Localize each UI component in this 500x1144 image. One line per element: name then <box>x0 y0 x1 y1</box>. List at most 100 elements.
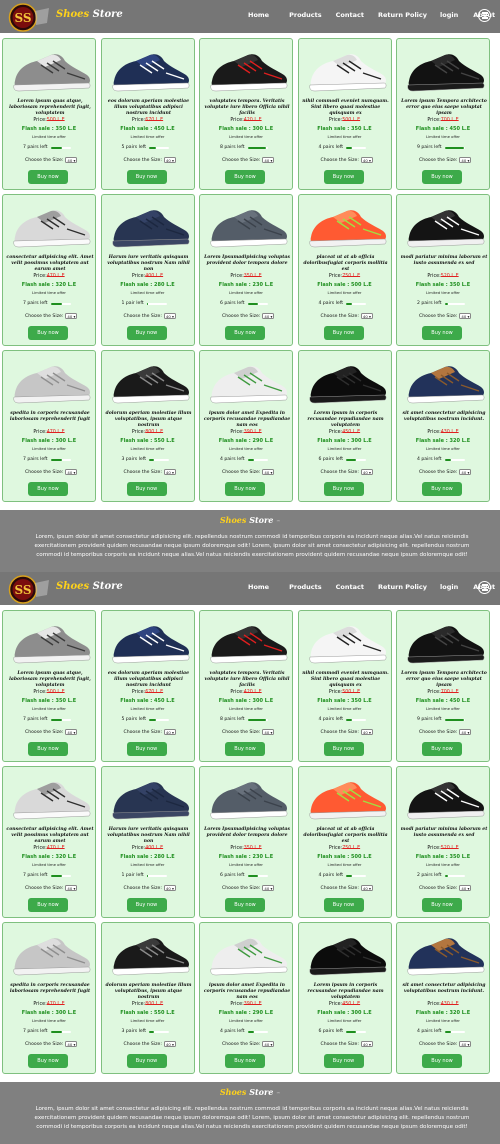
size-select[interactable]: 40 ▾ <box>459 729 472 735</box>
size-select[interactable]: 40 ▾ <box>262 885 275 891</box>
nav-login[interactable]: login <box>440 11 458 19</box>
nav-products[interactable]: Products <box>289 583 322 591</box>
nav-home[interactable]: Home <box>248 11 269 19</box>
buy-now-button[interactable]: Buy now <box>28 170 68 184</box>
brand-name[interactable]: Shoes Store <box>56 581 123 592</box>
buy-now-button[interactable]: Buy now <box>28 898 68 912</box>
buy-now-button[interactable]: Buy now <box>126 482 167 496</box>
shoe-image[interactable] <box>401 615 487 669</box>
size-select[interactable]: 40 ▾ <box>65 1041 78 1047</box>
size-select[interactable]: 40 ▾ <box>262 1041 275 1047</box>
shoe-image[interactable] <box>401 199 487 253</box>
shoe-image[interactable] <box>401 43 487 97</box>
size-select[interactable]: 40 ▾ <box>262 157 275 163</box>
size-select[interactable]: 40 ▾ <box>360 1041 373 1047</box>
shoe-image[interactable] <box>106 927 192 981</box>
buy-now-button[interactable]: Buy now <box>422 898 462 912</box>
shoe-image[interactable] <box>303 355 389 409</box>
buy-now-button[interactable]: Buy now <box>28 326 68 340</box>
buy-now-button[interactable]: Buy now <box>126 326 167 340</box>
buy-now-button[interactable]: Buy now <box>422 326 462 340</box>
shoe-image[interactable] <box>204 43 290 97</box>
buy-now-button[interactable]: Buy now <box>323 482 364 496</box>
size-select[interactable]: 40 ▾ <box>360 469 373 475</box>
shoe-image[interactable] <box>303 615 389 669</box>
buy-now-button[interactable]: Buy now <box>225 170 265 184</box>
size-select[interactable]: 40 ▾ <box>360 313 373 319</box>
brand-name[interactable]: Shoes Store <box>56 9 123 20</box>
buy-now-button[interactable]: Buy now <box>126 898 167 912</box>
buy-now-button[interactable]: Buy now <box>323 898 364 912</box>
shoe-image[interactable] <box>106 615 192 669</box>
size-select[interactable]: 40 ▾ <box>459 469 472 475</box>
buy-now-button[interactable]: Buy now <box>28 1054 68 1068</box>
size-select[interactable]: 40 ▾ <box>163 157 176 163</box>
buy-now-button[interactable]: Buy now <box>225 1054 265 1068</box>
nav-products[interactable]: Products <box>289 11 322 19</box>
size-select[interactable]: 40 ▾ <box>65 157 78 163</box>
shoe-image[interactable] <box>7 355 93 409</box>
buy-now-button[interactable]: Buy now <box>225 482 265 496</box>
hamburger-menu-icon[interactable] <box>478 9 491 22</box>
shoe-image[interactable] <box>401 355 487 409</box>
nav-return-policy[interactable]: Return Policy <box>378 11 427 19</box>
shoe-image[interactable] <box>204 615 290 669</box>
size-select[interactable]: 40 ▾ <box>360 157 373 163</box>
size-select[interactable]: 40 ▾ <box>459 157 472 163</box>
shoe-image[interactable] <box>303 927 389 981</box>
buy-now-button[interactable]: Buy now <box>126 1054 167 1068</box>
size-select[interactable]: 40 ▾ <box>65 885 78 891</box>
shoe-image[interactable] <box>106 43 192 97</box>
buy-now-button[interactable]: Buy now <box>225 326 265 340</box>
buy-now-button[interactable]: Buy now <box>225 742 265 756</box>
size-select[interactable]: 40 ▾ <box>360 729 373 735</box>
size-select[interactable]: 40 ▾ <box>262 313 275 319</box>
shoe-image[interactable] <box>204 771 290 825</box>
shoe-image[interactable] <box>401 771 487 825</box>
nav-contact[interactable]: Contact <box>336 583 364 591</box>
shoe-image[interactable] <box>303 771 389 825</box>
size-select[interactable]: 40 ▾ <box>163 469 176 475</box>
buy-now-button[interactable]: Buy now <box>323 1054 364 1068</box>
size-select[interactable]: 40 ▾ <box>163 885 176 891</box>
buy-now-button[interactable]: Buy now <box>28 742 68 756</box>
shoe-image[interactable] <box>7 615 93 669</box>
shoe-image[interactable] <box>204 355 290 409</box>
shoe-image[interactable] <box>106 355 192 409</box>
buy-now-button[interactable]: Buy now <box>323 326 364 340</box>
size-select[interactable]: 40 ▾ <box>65 729 78 735</box>
buy-now-button[interactable]: Buy now <box>422 482 462 496</box>
shoe-image[interactable] <box>7 927 93 981</box>
buy-now-button[interactable]: Buy now <box>422 1054 462 1068</box>
size-select[interactable]: 40 ▾ <box>459 313 472 319</box>
buy-now-button[interactable]: Buy now <box>28 482 68 496</box>
buy-now-button[interactable]: Buy now <box>225 898 265 912</box>
shoe-image[interactable] <box>303 199 389 253</box>
buy-now-button[interactable]: Buy now <box>126 742 167 756</box>
shoe-image[interactable] <box>303 43 389 97</box>
size-select[interactable]: 40 ▾ <box>459 885 472 891</box>
nav-login[interactable]: login <box>440 583 458 591</box>
shoe-image[interactable] <box>7 771 93 825</box>
size-select[interactable]: 40 ▾ <box>163 313 176 319</box>
hamburger-menu-icon[interactable] <box>478 581 491 594</box>
size-select[interactable]: 40 ▾ <box>163 1041 176 1047</box>
buy-now-button[interactable]: Buy now <box>126 170 167 184</box>
size-select[interactable]: 40 ▾ <box>65 313 78 319</box>
shoe-image[interactable] <box>401 927 487 981</box>
size-select[interactable]: 40 ▾ <box>262 729 275 735</box>
shoe-image[interactable] <box>204 199 290 253</box>
shoe-image[interactable] <box>106 771 192 825</box>
shoe-image[interactable] <box>7 199 93 253</box>
nav-contact[interactable]: Contact <box>336 11 364 19</box>
store-logo-icon[interactable]: SS <box>5 3 51 32</box>
size-select[interactable]: 40 ▾ <box>65 469 78 475</box>
size-select[interactable]: 40 ▾ <box>360 885 373 891</box>
size-select[interactable]: 40 ▾ <box>459 1041 472 1047</box>
shoe-image[interactable] <box>204 927 290 981</box>
buy-now-button[interactable]: Buy now <box>422 170 462 184</box>
size-select[interactable]: 40 ▾ <box>163 729 176 735</box>
store-logo-icon[interactable]: SS <box>5 575 51 604</box>
size-select[interactable]: 40 ▾ <box>262 469 275 475</box>
buy-now-button[interactable]: Buy now <box>422 742 462 756</box>
